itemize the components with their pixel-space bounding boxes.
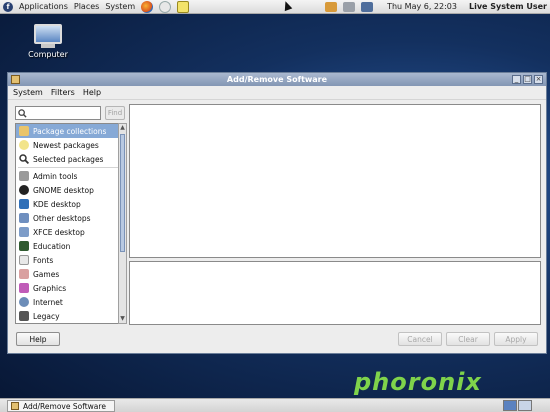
group-item-kde-desktop[interactable]: KDE desktop bbox=[16, 197, 125, 211]
gnome-icon bbox=[19, 185, 29, 195]
internet-icon bbox=[19, 297, 29, 307]
places-menu[interactable]: Places bbox=[74, 2, 99, 11]
group-label: Legacy bbox=[33, 311, 60, 321]
group-item-other-desktops[interactable]: Other desktops bbox=[16, 211, 125, 225]
group-label: GNOME desktop bbox=[33, 185, 94, 195]
user-menu[interactable]: Live System User bbox=[469, 2, 547, 11]
window-controls: _ □ × bbox=[512, 75, 543, 84]
cancel-button[interactable]: Cancel bbox=[398, 332, 442, 346]
group-label: Education bbox=[33, 241, 71, 251]
window-title: Add/Remove Software bbox=[226, 75, 328, 84]
close-button[interactable]: × bbox=[534, 75, 543, 84]
group-label: Selected packages bbox=[33, 154, 104, 164]
mail-launcher-icon[interactable] bbox=[159, 0, 172, 13]
top-panel: f Applications Places System Thu May 6, … bbox=[0, 0, 550, 14]
find-button[interactable]: Find bbox=[105, 106, 125, 120]
group-label: KDE desktop bbox=[33, 199, 81, 209]
clear-button[interactable]: Clear bbox=[446, 332, 490, 346]
package-collections-icon bbox=[19, 126, 29, 136]
menu-system[interactable]: System bbox=[13, 88, 43, 97]
search-icon bbox=[18, 108, 27, 118]
fonts-icon bbox=[19, 255, 29, 265]
package-updates-icon[interactable] bbox=[325, 1, 338, 12]
group-label: XFCE desktop bbox=[33, 227, 85, 237]
search-row: Find bbox=[15, 106, 128, 120]
group-item-newest-packages[interactable]: Newest packages bbox=[16, 138, 125, 152]
maximize-button[interactable]: □ bbox=[523, 75, 532, 84]
workspace-2[interactable] bbox=[518, 400, 532, 411]
xfce-icon bbox=[19, 227, 29, 237]
app-task-icon bbox=[11, 402, 19, 410]
search-input[interactable] bbox=[15, 106, 101, 120]
kde-icon bbox=[19, 199, 29, 209]
graphics-icon bbox=[19, 283, 29, 293]
package-details-pane bbox=[129, 261, 541, 325]
menu-help[interactable]: Help bbox=[83, 88, 101, 97]
games-icon bbox=[19, 269, 29, 279]
panel-tray: Thu May 6, 22:03 Live System User bbox=[325, 1, 547, 12]
bottom-panel: Add/Remove Software bbox=[0, 398, 550, 412]
desktop-computer-icon[interactable]: Computer bbox=[28, 24, 68, 59]
group-item-xfce-desktop[interactable]: XFCE desktop bbox=[16, 225, 125, 239]
workspace-1[interactable] bbox=[503, 400, 517, 411]
group-label: Other desktops bbox=[33, 213, 91, 223]
education-icon bbox=[19, 241, 29, 251]
group-label: Package collections bbox=[33, 126, 107, 136]
group-item-fonts[interactable]: Fonts bbox=[16, 253, 125, 267]
scrollbar-thumb[interactable] bbox=[120, 134, 125, 252]
taskbar-button-add-remove-software[interactable]: Add/Remove Software bbox=[7, 400, 115, 412]
fedora-logo-icon[interactable]: f bbox=[3, 1, 13, 12]
group-list: Package collections Newest packages Sele… bbox=[15, 123, 126, 324]
notes-launcher-icon[interactable] bbox=[177, 0, 190, 13]
network-icon[interactable] bbox=[361, 1, 374, 12]
phoronix-watermark: phoronix bbox=[354, 368, 482, 396]
panel-menus: f Applications Places System bbox=[3, 0, 190, 13]
group-item-selected-packages[interactable]: Selected packages bbox=[16, 152, 125, 166]
volume-icon[interactable] bbox=[343, 1, 356, 12]
group-item-internet[interactable]: Internet bbox=[16, 295, 125, 309]
group-label: Fonts bbox=[33, 255, 54, 265]
apply-button[interactable]: Apply bbox=[494, 332, 538, 346]
legacy-icon bbox=[19, 311, 29, 321]
group-item-gnome-desktop[interactable]: GNOME desktop bbox=[16, 183, 125, 197]
group-item-education[interactable]: Education bbox=[16, 239, 125, 253]
applications-menu[interactable]: Applications bbox=[19, 2, 68, 11]
firefox-launcher-icon[interactable] bbox=[141, 0, 154, 13]
admin-tools-icon bbox=[19, 171, 29, 181]
computer-icon bbox=[34, 24, 62, 44]
group-item-graphics[interactable]: Graphics bbox=[16, 281, 125, 295]
menu-filters[interactable]: Filters bbox=[51, 88, 75, 97]
package-list-pane[interactable] bbox=[129, 104, 541, 258]
group-list-scrollbar[interactable]: ▲ ▼ bbox=[118, 123, 127, 324]
group-label: Newest packages bbox=[33, 140, 99, 150]
group-label: Games bbox=[33, 269, 60, 279]
group-item-package-collections[interactable]: Package collections bbox=[16, 124, 125, 138]
group-label: Graphics bbox=[33, 283, 67, 293]
desktop-icon-label: Computer bbox=[28, 50, 68, 59]
scroll-down-arrow-icon[interactable]: ▼ bbox=[119, 315, 126, 323]
magnifier-icon bbox=[19, 154, 29, 164]
group-item-legacy[interactable]: Legacy bbox=[16, 309, 125, 323]
taskbar-button-label: Add/Remove Software bbox=[23, 401, 106, 411]
group-label: Internet bbox=[33, 297, 63, 307]
help-button[interactable]: Help bbox=[16, 332, 60, 346]
clock[interactable]: Thu May 6, 22:03 bbox=[387, 2, 457, 11]
newest-packages-icon bbox=[19, 140, 29, 150]
group-item-games[interactable]: Games bbox=[16, 267, 125, 281]
workspace-switcher bbox=[503, 400, 532, 411]
window-titlebar[interactable]: Add/Remove Software _ □ × bbox=[8, 73, 546, 86]
group-separator bbox=[18, 167, 123, 168]
menubar: System Filters Help bbox=[8, 86, 546, 100]
other-desktops-icon bbox=[19, 213, 29, 223]
system-menu[interactable]: System bbox=[105, 2, 135, 11]
add-remove-software-window: Add/Remove Software _ □ × System Filters… bbox=[7, 72, 547, 354]
minimize-button[interactable]: _ bbox=[512, 75, 521, 84]
scroll-up-arrow-icon[interactable]: ▲ bbox=[119, 124, 126, 132]
group-label: Admin tools bbox=[33, 171, 78, 181]
group-item-admin-tools[interactable]: Admin tools bbox=[16, 169, 125, 183]
